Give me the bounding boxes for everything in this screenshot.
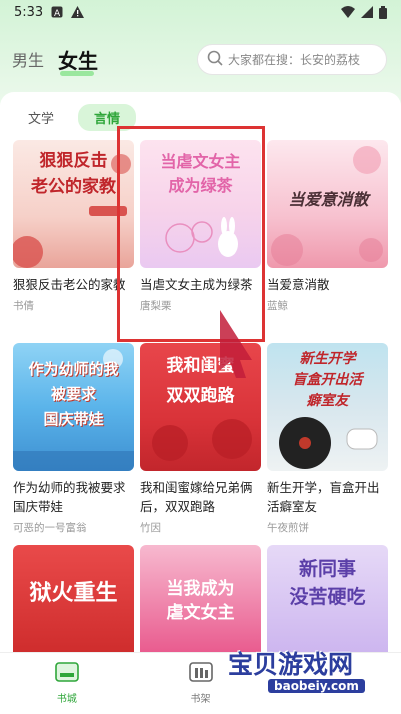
nav-label: 书架 xyxy=(190,694,211,705)
book-cover[interactable]: 当虐文女主 成为绿茶 xyxy=(140,140,261,268)
book-cover[interactable]: 新生开学 盲盒开出活 癖室友 xyxy=(267,343,388,471)
book-card[interactable]: 作为幼师的我 被要求 国庆带娃 作为幼师的我被要求国庆带娃 可恶的一号富翁 xyxy=(13,343,134,535)
tab-romance[interactable]: 言情 xyxy=(78,104,137,131)
watermark-url: baobeiy.com xyxy=(268,679,365,693)
cover-title: 狱火重生 xyxy=(29,581,118,606)
category-tabs: 文学 言情 xyxy=(18,104,137,131)
cover-title: 当我成为 虐文女主 xyxy=(166,579,235,623)
cover-title: 当爱意消散 xyxy=(288,190,369,209)
book-card[interactable]: 当我成为 虐文女主 xyxy=(140,545,261,652)
tab-female[interactable]: 女生 xyxy=(58,45,98,76)
book-title: 我和闺蜜嫁给兄弟俩后，双双跑路 xyxy=(140,480,253,514)
book-cover[interactable]: 新同事 没苦硬吃 xyxy=(267,545,388,652)
tab-literature[interactable]: 文学 xyxy=(18,104,64,131)
book-cover[interactable]: 当爱意消散 xyxy=(267,140,388,268)
book-author: 书倩 xyxy=(13,300,34,312)
book-author: 竹因 xyxy=(140,522,161,534)
status-time: 5:33 xyxy=(14,4,44,20)
book-title: 狠狠反击老公的家教 xyxy=(13,277,126,292)
nav-bookstore[interactable]: 书城 xyxy=(0,653,134,714)
tab-male[interactable]: 男生 xyxy=(12,47,44,71)
cover-title: 狠狠反击 老公的家教 xyxy=(31,151,116,197)
book-cover[interactable]: 当我成为 虐文女主 xyxy=(140,545,261,652)
search-icon xyxy=(207,50,223,70)
nav-label: 书城 xyxy=(56,694,77,705)
wifi-icon xyxy=(341,6,355,18)
watermark: 宝贝游戏网 baobeiy.com xyxy=(228,645,388,701)
status-bar: 5:33 A xyxy=(0,0,401,24)
book-title: 新生开学，盲盒开出活癖室友 xyxy=(267,480,380,514)
watermark-text: 宝贝游戏网 xyxy=(228,650,354,679)
pointer-arrow-icon xyxy=(220,310,252,378)
cover-title: 当虐文女主 成为绿茶 xyxy=(160,152,241,195)
bookstore-icon xyxy=(55,661,79,687)
book-author: 可恶的一号富翁 xyxy=(13,522,87,534)
svg-text:A: A xyxy=(54,9,61,18)
top-header: 男生 女生 大家都在搜：长安的荔枝 xyxy=(0,36,401,82)
book-author: 蓝鲸 xyxy=(267,300,288,312)
book-cover[interactable]: 作为幼师的我 被要求 国庆带娃 xyxy=(13,343,134,471)
book-title: 当虐文女主成为绿茶 xyxy=(140,277,253,292)
warning-icon xyxy=(71,6,85,18)
cover-title: 作为幼师的我 被要求 国庆带娃 xyxy=(28,360,119,428)
cover-title: 新生开学 盲盒开出活 癖室友 xyxy=(292,351,363,409)
book-card[interactable]: 狱火重生 xyxy=(13,545,134,652)
book-title: 作为幼师的我被要求国庆带娃 xyxy=(13,480,126,514)
notification-a-icon: A xyxy=(51,6,63,18)
book-cover[interactable]: 狱火重生 xyxy=(13,545,134,652)
cover-title: 新同事 没苦硬吃 xyxy=(289,558,366,608)
book-cover[interactable]: 狠狠反击 老公的家教 xyxy=(13,140,134,268)
book-card[interactable]: 当爱意消散 当爱意消散 蓝鲸 xyxy=(267,140,388,313)
search-placeholder: 大家都在搜：长安的荔枝 xyxy=(228,53,361,67)
search-input[interactable]: 大家都在搜：长安的荔枝 xyxy=(197,44,387,75)
book-card[interactable]: 新生开学 盲盒开出活 癖室友 新生开学，盲盒开出活癖室友 午夜煎饼 xyxy=(267,343,388,535)
signal-icon xyxy=(361,6,373,18)
book-card[interactable]: 当虐文女主 成为绿茶 当虐文女主成为绿茶 唐梨栗 xyxy=(140,140,261,313)
bookshelf-icon xyxy=(188,661,213,687)
book-title: 当爱意消散 xyxy=(267,277,330,292)
book-author: 午夜煎饼 xyxy=(267,522,309,534)
book-card[interactable]: 新同事 没苦硬吃 xyxy=(267,545,388,652)
battery-icon xyxy=(379,5,387,19)
book-card[interactable]: 狠狠反击 老公的家教 狠狠反击老公的家教 书倩 xyxy=(13,140,134,313)
